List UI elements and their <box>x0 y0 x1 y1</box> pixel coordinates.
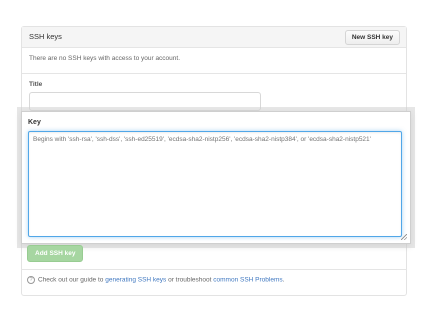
common-ssh-problems-link[interactable]: common SSH Problems <box>213 277 282 284</box>
divider <box>22 73 406 74</box>
add-ssh-key-button[interactable]: Add SSH key <box>27 245 84 262</box>
empty-keys-message: There are no SSH keys with access to you… <box>29 55 181 62</box>
footer-middle: or troubleshoot <box>166 276 214 284</box>
key-textarea[interactable] <box>28 131 402 237</box>
generating-ssh-keys-link[interactable]: generating SSH keys <box>105 277 166 284</box>
footer-suffix: . <box>282 276 285 284</box>
title-input[interactable] <box>29 92 261 111</box>
footer-divider <box>21 269 407 270</box>
key-field-highlight: Key <box>21 111 411 244</box>
panel-title: SSH keys <box>29 32 62 41</box>
panel-header: SSH keys New SSH key <box>22 27 406 48</box>
help-footer: ? Check out our guide to generating SSH k… <box>27 276 284 284</box>
title-label: Title <box>29 81 43 88</box>
new-ssh-key-button[interactable]: New SSH key <box>344 30 400 45</box>
question-circle-icon: ? <box>27 276 35 284</box>
key-label: Key <box>28 119 41 126</box>
resize-grip-icon[interactable] <box>401 234 407 240</box>
footer-prefix: Check out our guide to <box>38 276 106 284</box>
